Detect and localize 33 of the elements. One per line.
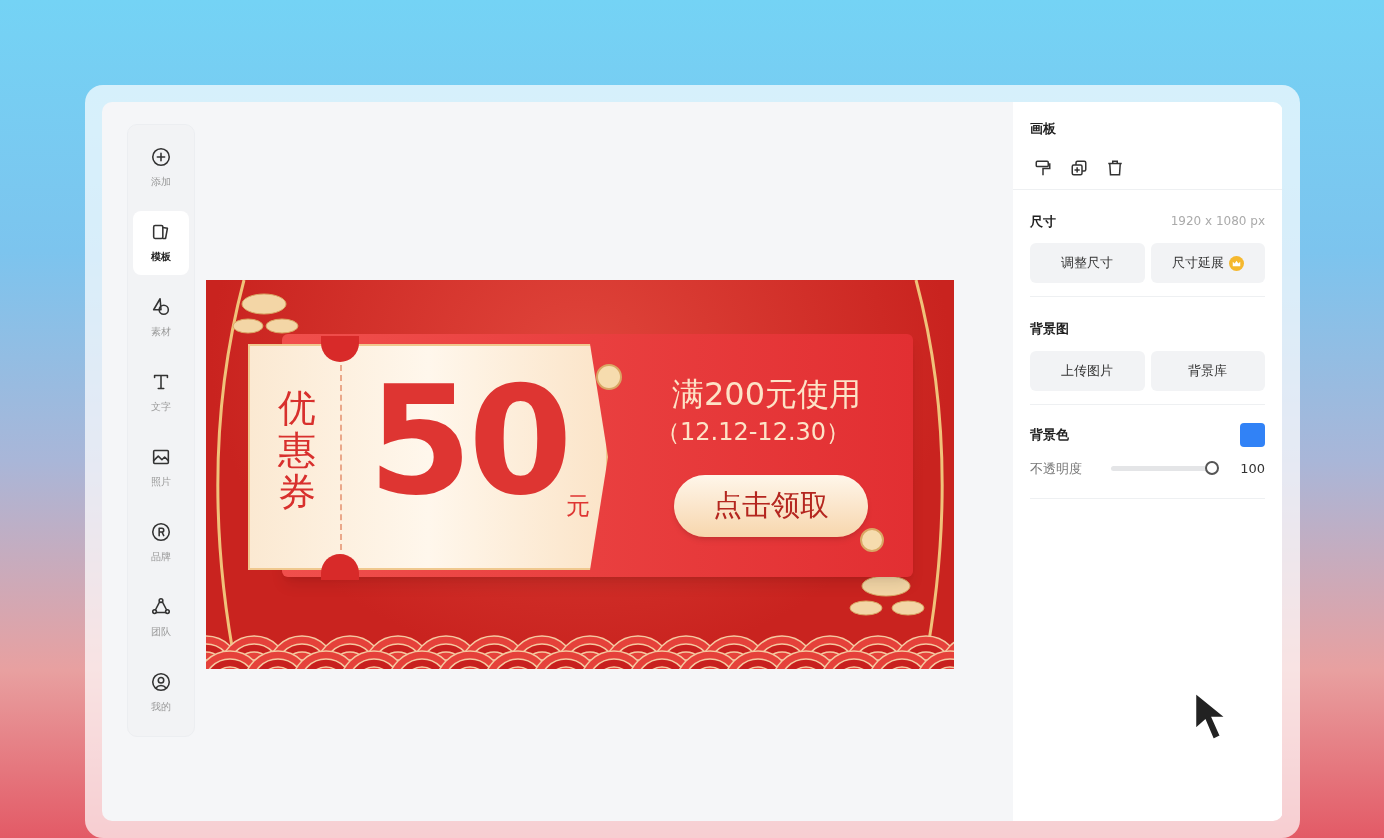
sidebar-item[interactable]: 我的	[133, 660, 189, 725]
panel-button[interactable]: 上传图片	[1030, 350, 1145, 391]
shapes-icon	[150, 296, 172, 318]
sidebar-item[interactable]: 素材	[133, 285, 189, 350]
currency-unit: 元	[566, 494, 590, 518]
claim-button[interactable]: 点击领取	[674, 475, 868, 537]
sidebar-item[interactable]: 文字	[133, 360, 189, 425]
registered-mark-icon	[150, 521, 172, 543]
sidebar-item[interactable]: 团队	[133, 585, 189, 650]
section-title: 背景色	[1030, 425, 1069, 444]
panel-button[interactable]: 背景库	[1150, 350, 1265, 391]
panel-title: 画板	[1030, 120, 1057, 138]
sidebar-item[interactable]: 品牌	[133, 510, 189, 575]
color-swatch[interactable]	[1240, 422, 1265, 447]
opacity-value: 100	[1240, 459, 1265, 478]
trash-icon[interactable]	[1106, 158, 1124, 177]
coupon-label: 优惠券	[278, 388, 316, 514]
sidebar-item[interactable]: 添加	[133, 135, 189, 200]
user-icon	[150, 671, 172, 693]
panel-button[interactable]: 尺寸延展	[1150, 243, 1265, 283]
sidebar-item[interactable]: 照片	[133, 435, 189, 500]
opacity-label: 不透明度	[1030, 459, 1083, 478]
add-icon	[150, 146, 172, 168]
panel-button[interactable]: 调整尺寸	[1030, 243, 1145, 283]
canvas-size-value: 1920 x 1080 px	[1170, 213, 1265, 231]
validity-period: （12.12-12.30）	[656, 420, 851, 444]
paint-roller-icon[interactable]	[1034, 158, 1052, 177]
sidebar-item[interactable]: 模板	[133, 210, 189, 275]
section-title: 背景图	[1030, 320, 1069, 338]
usage-condition: 满200元使用	[672, 378, 862, 410]
section-title: 尺寸	[1030, 212, 1056, 231]
opacity-slider[interactable]	[1111, 461, 1219, 476]
duplicate-icon[interactable]	[1070, 158, 1088, 177]
